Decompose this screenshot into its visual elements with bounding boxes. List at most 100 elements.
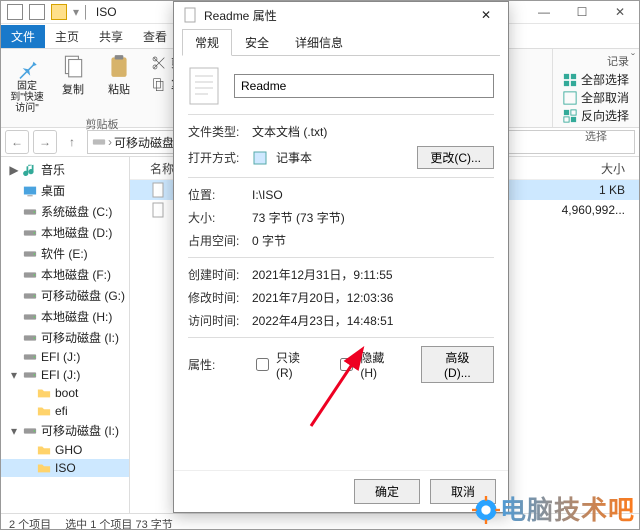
status-count: 2 个项目 — [9, 516, 51, 530]
back-button[interactable]: ← — [5, 130, 29, 154]
value-type: 文本文档 (.txt) — [252, 123, 494, 140]
nav-item[interactable]: 桌面 — [1, 180, 129, 201]
music-icon — [23, 163, 37, 177]
nav-item[interactable]: ▶音乐 — [1, 159, 129, 180]
nav-item[interactable]: EFI (J:) — [1, 348, 129, 366]
folder-icon — [37, 386, 51, 400]
col-size[interactable]: 大小 — [535, 160, 639, 177]
ok-button[interactable]: 确定 — [354, 479, 420, 504]
tab-general[interactable]: 常规 — [182, 29, 232, 56]
paste-icon — [106, 53, 132, 79]
nav-item[interactable]: 本地磁盘 (F:) — [1, 264, 129, 285]
dialog-close-button[interactable]: ✕ — [472, 8, 500, 22]
nav-item[interactable]: 本地磁盘 (D:) — [1, 222, 129, 243]
nav-item[interactable]: boot — [1, 384, 129, 402]
dialog-tabs: 常规 安全 详细信息 — [182, 28, 500, 56]
up-button[interactable]: ↑ — [61, 131, 83, 153]
value-location: I:\ISO — [252, 188, 494, 202]
filename-input[interactable] — [234, 74, 494, 98]
pin-button[interactable]: 固定到"快速访问" — [9, 53, 45, 114]
window-title: ISO — [96, 5, 117, 19]
nav-item[interactable]: 可移动磁盘 (G:) — [1, 285, 129, 306]
drive-icon — [92, 135, 106, 149]
pin-icon — [14, 53, 40, 79]
minimize-button[interactable]: — — [525, 1, 563, 23]
breadcrumb-segment[interactable]: 可移动磁盘 — [114, 134, 174, 151]
value-modified: 2021年7月20日，12:03:36 — [252, 289, 494, 306]
nav-item[interactable]: 本地磁盘 (H:) — [1, 306, 129, 327]
text-file-icon — [150, 182, 166, 198]
label-created: 创建时间: — [188, 266, 252, 283]
select-none-button[interactable]: 全部取消 — [563, 89, 629, 106]
tab-security[interactable]: 安全 — [232, 29, 282, 56]
nav-item[interactable]: 可移动磁盘 (I:) — [1, 327, 129, 348]
hidden-checkbox[interactable]: 隐藏(H) — [336, 349, 396, 380]
copy-button[interactable]: 复制 — [55, 53, 91, 114]
drive-icon — [23, 226, 37, 240]
readonly-checkbox[interactable]: 只读(R) — [252, 349, 312, 380]
change-button[interactable]: 更改(C)... — [417, 146, 494, 169]
scissors-icon — [151, 55, 167, 71]
nav-item[interactable]: ▾可移动磁盘 (I:) — [1, 420, 129, 441]
drive-icon — [23, 424, 37, 438]
tab-share[interactable]: 共享 — [89, 25, 133, 48]
nav-item[interactable]: ▾EFI (J:) — [1, 366, 129, 384]
drive-icon — [23, 289, 37, 303]
drive-icon — [23, 350, 37, 364]
desktop-icon — [23, 184, 37, 198]
nav-tree[interactable]: ▶音乐桌面系统磁盘 (C:)本地磁盘 (D:)软件 (E:)本地磁盘 (F:)可… — [1, 157, 130, 513]
maximize-button[interactable]: ☐ — [563, 1, 601, 23]
quick-access-toolbar: ▾ │ ISO — [1, 4, 123, 20]
drive-icon — [23, 368, 37, 382]
select-all-button[interactable]: 全部选择 — [563, 71, 629, 88]
qat-btn[interactable] — [7, 4, 23, 20]
dialog-title: Readme 属性 — [204, 7, 277, 24]
value-ondisk: 0 字节 — [252, 232, 494, 249]
properties-dialog: Readme 属性 ✕ 常规 安全 详细信息 文件类型:文本文档 (.txt) … — [173, 1, 509, 513]
explorer-window: ▾ │ ISO — ☐ ✕ 文件 主页 共享 查看 ˇ 固定到"快速访问" 复制 — [0, 0, 640, 530]
copy-small-icon — [151, 76, 167, 92]
folder-icon — [51, 4, 67, 20]
dialog-titlebar[interactable]: Readme 属性 ✕ — [174, 2, 508, 28]
select-invert-button[interactable]: 反向选择 — [563, 107, 629, 124]
drive-icon — [23, 268, 37, 282]
value-size: 73 字节 (73 字节) — [252, 209, 494, 226]
label-modified: 修改时间: — [188, 289, 252, 306]
label-ondisk: 占用空间: — [188, 232, 252, 249]
select-invert-icon — [563, 109, 577, 123]
nav-item[interactable]: efi — [1, 402, 129, 420]
status-selected: 选中 1 个项目 73 字节 — [65, 516, 173, 530]
nav-item[interactable]: ISO — [1, 459, 129, 477]
drive-icon — [23, 331, 37, 345]
qat-btn[interactable] — [29, 4, 45, 20]
select-all-icon — [563, 73, 577, 87]
tab-details[interactable]: 详细信息 — [282, 29, 356, 56]
group-select-label: 选择 — [563, 128, 629, 144]
tab-home[interactable]: 主页 — [45, 25, 89, 48]
paste-button[interactable]: 粘贴 — [101, 53, 137, 114]
select-none-icon — [563, 91, 577, 105]
advanced-button[interactable]: 高级(D)... — [421, 346, 494, 383]
ribbon-collapse-icon[interactable]: ˇ — [631, 51, 635, 65]
folder-icon — [37, 461, 51, 475]
text-file-icon — [150, 202, 166, 218]
drive-icon — [23, 247, 37, 261]
notepad-icon — [252, 150, 268, 166]
folder-icon — [37, 404, 51, 418]
nav-item[interactable]: 软件 (E:) — [1, 243, 129, 264]
tab-view[interactable]: 查看 — [133, 25, 177, 48]
drive-icon — [23, 310, 37, 324]
close-button[interactable]: ✕ — [601, 1, 639, 23]
watermark: 电脑技术吧 — [472, 490, 635, 527]
nav-item[interactable]: 系统磁盘 (C:) — [1, 201, 129, 222]
label-size: 大小: — [188, 209, 252, 226]
nav-item[interactable]: GHO — [1, 441, 129, 459]
value-created: 2021年12月31日，9:11:55 — [252, 266, 494, 283]
gear-icon — [472, 496, 500, 524]
forward-button[interactable]: → — [33, 130, 57, 154]
label-openwith: 打开方式: — [188, 149, 252, 166]
document-icon — [182, 7, 198, 23]
history-label: 记录 — [563, 53, 629, 69]
tab-file[interactable]: 文件 — [1, 25, 45, 48]
drive-icon — [23, 205, 37, 219]
